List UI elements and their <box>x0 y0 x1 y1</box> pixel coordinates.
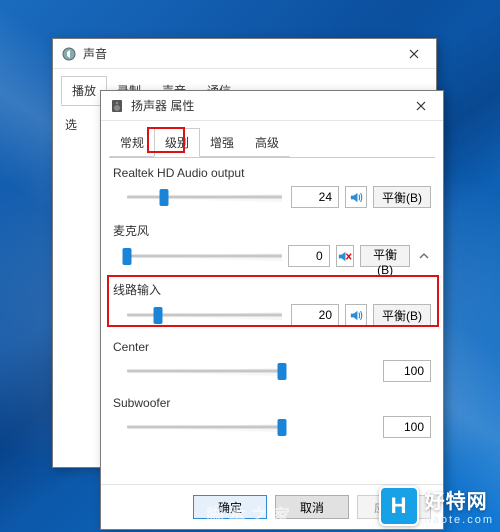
watermark-center: 脚本之家 <box>206 502 294 528</box>
watermark-domain: haote.com <box>425 514 494 526</box>
front-tabs: 常规 级别 增强 高级 <box>101 121 443 157</box>
group-label: 线路输入 <box>113 281 431 298</box>
group-label: Subwoofer <box>113 396 431 410</box>
volume-group: 线路输入 20 平衡(B) <box>113 281 431 326</box>
tab-enhance[interactable]: 增强 <box>199 128 245 157</box>
volume-value[interactable]: 100 <box>383 416 431 438</box>
sound-icon <box>61 46 77 62</box>
tab-general[interactable]: 常规 <box>109 128 155 157</box>
mute-icon-muted[interactable] <box>336 245 354 267</box>
group-label: 麦克风 <box>113 222 431 239</box>
volume-group: 麦克风 0 平衡(B) <box>113 222 431 267</box>
volume-slider[interactable] <box>127 187 282 207</box>
speaker-volume-icon[interactable] <box>345 304 367 326</box>
volume-value[interactable]: 24 <box>291 186 339 208</box>
volume-value[interactable]: 20 <box>291 304 339 326</box>
tab-advanced[interactable]: 高级 <box>244 128 290 157</box>
slider-row: 100 <box>113 360 431 382</box>
close-button[interactable] <box>400 43 428 65</box>
speaker-properties-window: 扬声器 属性 常规 级别 增强 高级 Realtek HD Audio outp… <box>100 90 444 530</box>
window-title: 扬声器 属性 <box>131 97 407 114</box>
volume-slider[interactable] <box>127 246 282 266</box>
slider-row: 24 平衡(B) <box>113 186 431 208</box>
speaker-volume-icon[interactable] <box>345 186 367 208</box>
balance-button[interactable]: 平衡(B) <box>373 186 431 208</box>
volume-value[interactable]: 100 <box>383 360 431 382</box>
watermark: H 好特网 haote.com <box>379 485 494 526</box>
window-title: 声音 <box>83 45 400 62</box>
volume-slider[interactable] <box>127 417 282 437</box>
tab-levels[interactable]: 级别 <box>154 128 200 157</box>
group-label: Realtek HD Audio output <box>113 166 431 180</box>
titlebar-back: 声音 <box>53 39 436 69</box>
haote-logo-icon: H <box>379 486 419 526</box>
slider-row: 0 平衡(B) <box>113 245 431 267</box>
slider-row: 100 <box>113 416 431 438</box>
volume-value[interactable]: 0 <box>288 245 330 267</box>
volume-group: Center 100 <box>113 340 431 382</box>
levels-panel: Realtek HD Audio output 24 平衡(B) 麦克风 0 平衡(B… <box>101 158 443 488</box>
volume-group: Subwoofer 100 <box>113 396 431 438</box>
titlebar-front: 扬声器 属性 <box>101 91 443 121</box>
slider-row: 20 平衡(B) <box>113 304 431 326</box>
chevron-up-icon[interactable] <box>416 251 431 261</box>
volume-group: Realtek HD Audio output 24 平衡(B) <box>113 166 431 208</box>
volume-slider[interactable] <box>127 305 282 325</box>
group-label: Center <box>113 340 431 354</box>
volume-slider[interactable] <box>127 361 282 381</box>
balance-button[interactable]: 平衡(B) <box>373 304 431 326</box>
speaker-icon <box>109 98 125 114</box>
watermark-site: 好特网 <box>425 485 494 514</box>
close-button[interactable] <box>407 95 435 117</box>
balance-button[interactable]: 平衡(B) <box>360 245 411 267</box>
